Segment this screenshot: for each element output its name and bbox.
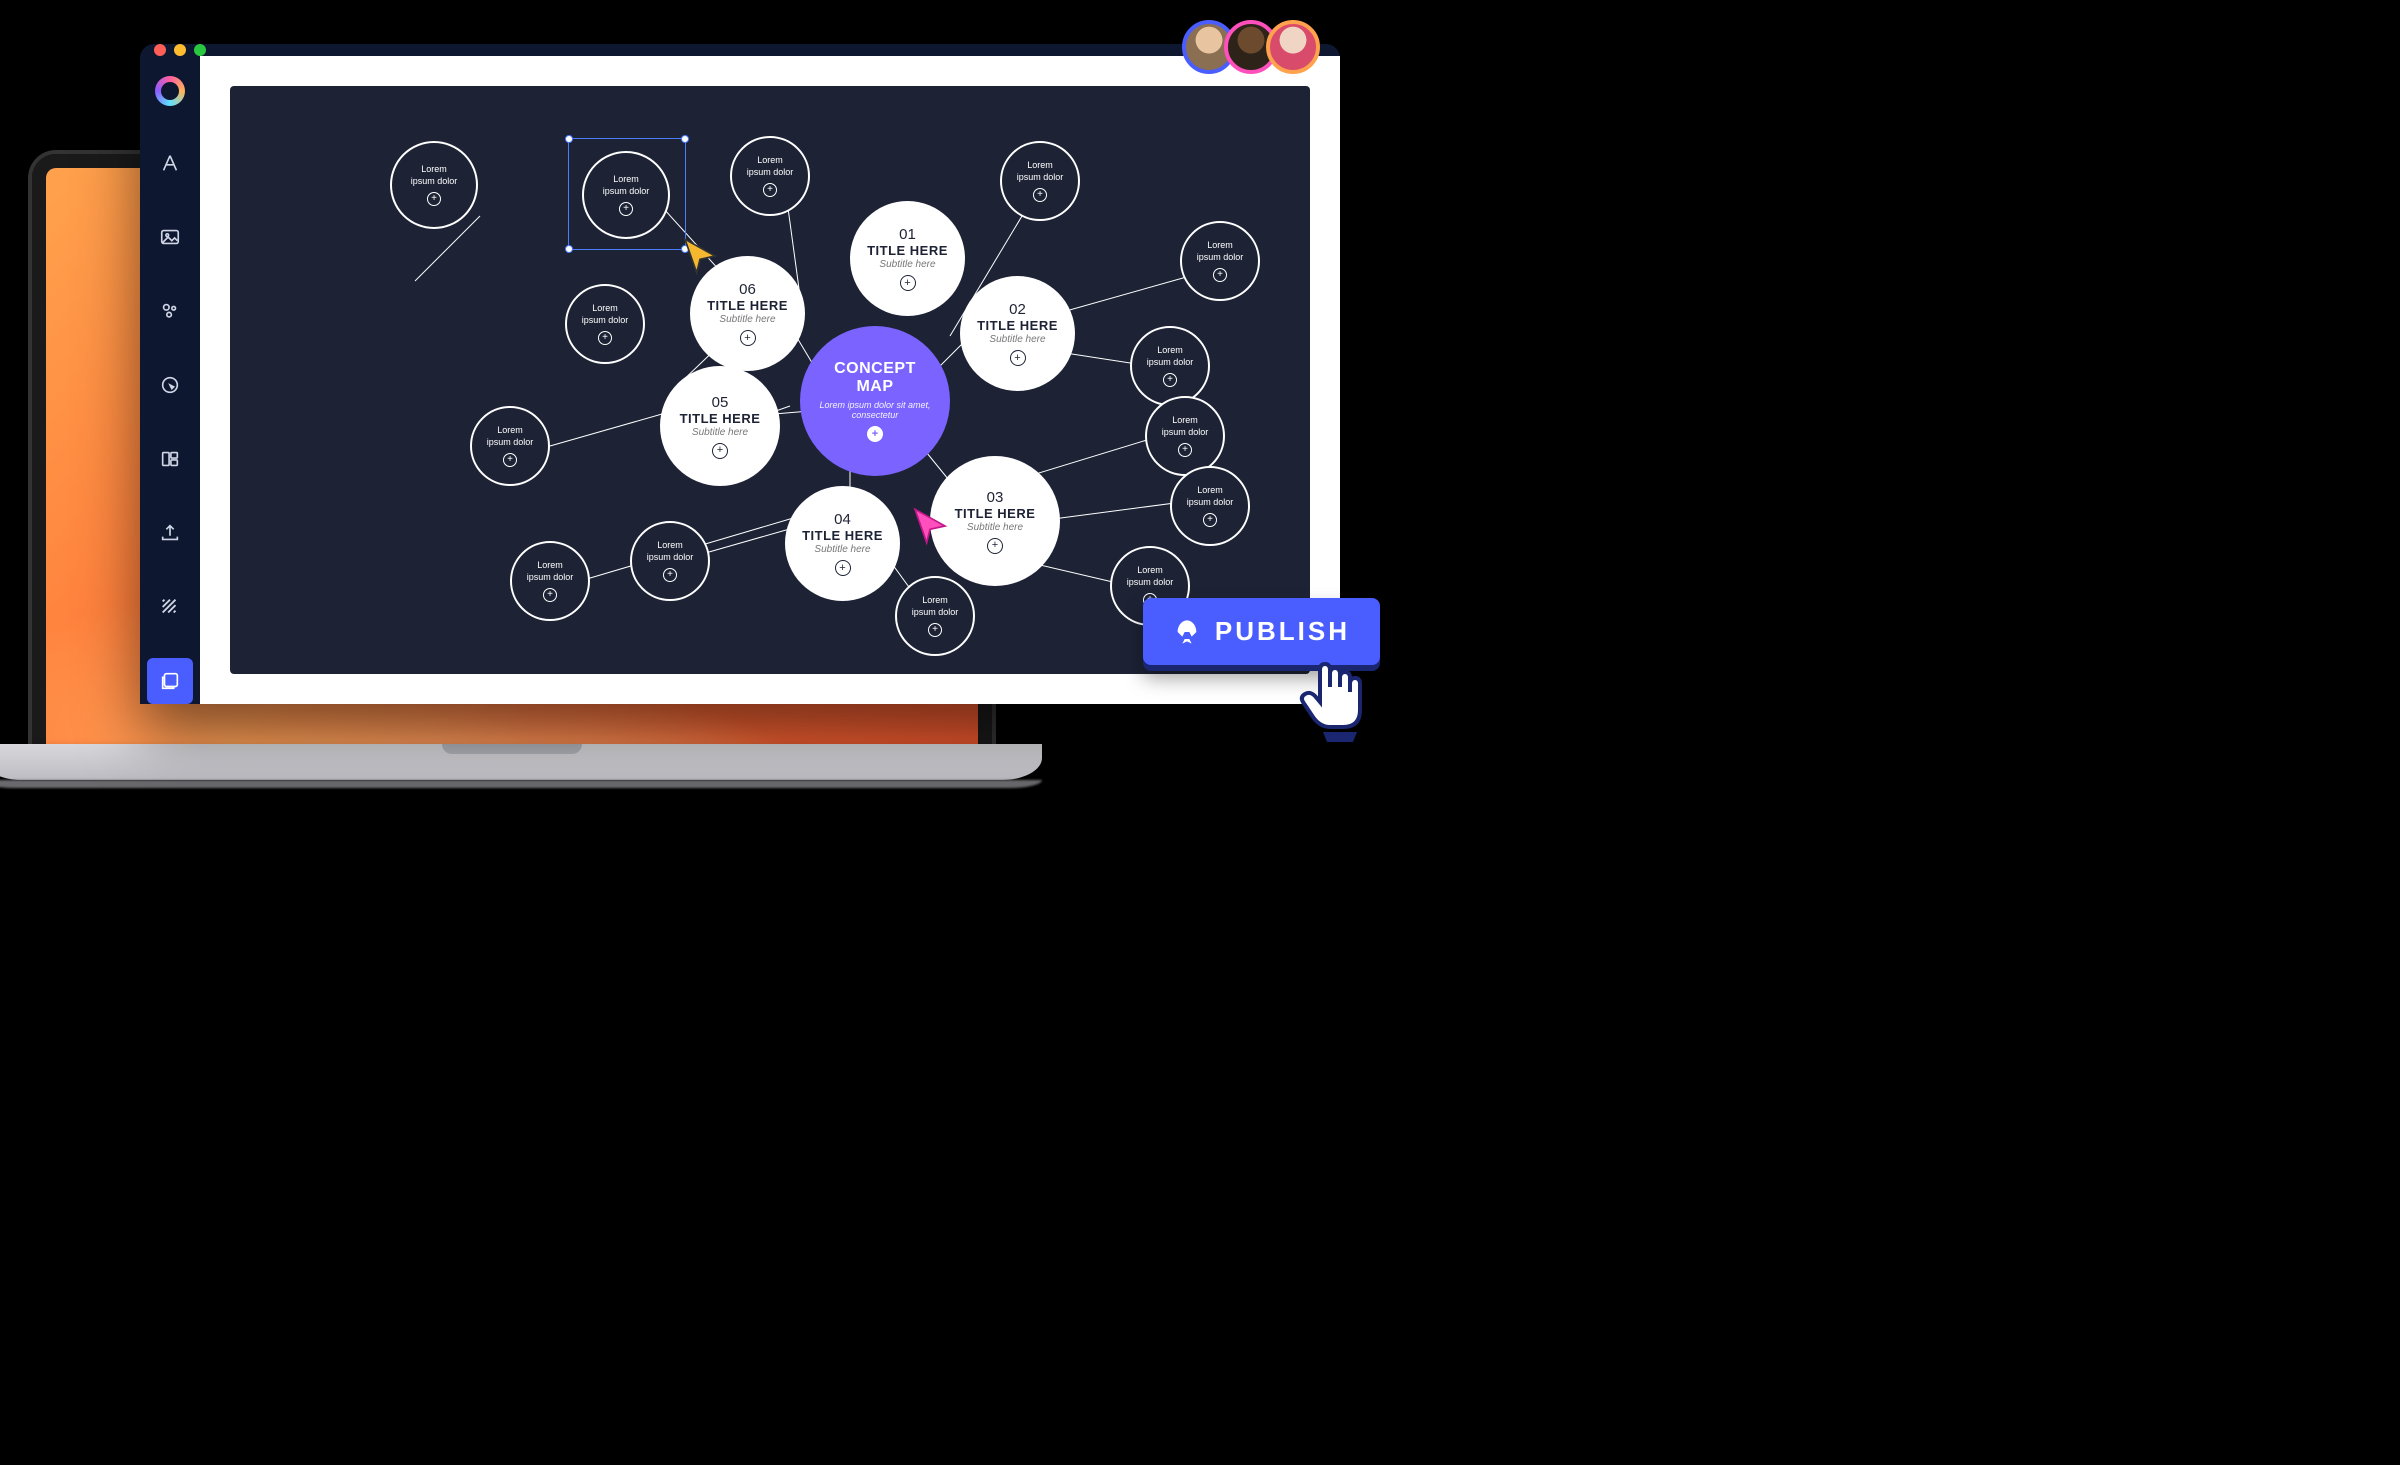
tool-interactive[interactable] — [147, 362, 193, 408]
plus-icon[interactable]: + — [1163, 373, 1177, 387]
tool-sidebar — [140, 56, 200, 704]
plus-icon[interactable]: + — [1203, 513, 1217, 527]
title-node-06[interactable]: 06 TITLE HERE Subtitle here + — [690, 256, 805, 371]
publish-label: PUBLISH — [1215, 616, 1350, 647]
leaf-node[interactable]: Loremipsum dolor+ — [895, 576, 975, 656]
leaf-node-selected[interactable]: Loremipsum dolor+ — [582, 151, 670, 239]
app-logo-icon[interactable] — [155, 76, 185, 106]
window-minimize-icon[interactable] — [174, 44, 186, 56]
title-node-03[interactable]: 03 TITLE HERE Subtitle here + — [930, 456, 1060, 586]
center-subtitle: Lorem ipsum dolor sit amet, consectetur — [800, 400, 950, 420]
plus-icon[interactable]: + — [867, 426, 883, 442]
plus-icon[interactable]: + — [1213, 268, 1227, 282]
window-zoom-icon[interactable] — [194, 44, 206, 56]
resize-handle-bl[interactable] — [565, 245, 573, 253]
plus-icon[interactable]: + — [900, 275, 916, 291]
publish-button[interactable]: PUBLISH — [1143, 598, 1380, 665]
title-node-04[interactable]: 04 TITLE HERE Subtitle here + — [785, 486, 900, 601]
collaborator-avatars — [1194, 20, 1320, 74]
tool-layout[interactable] — [147, 436, 193, 482]
title-node-01[interactable]: 01 TITLE HERE Subtitle here + — [850, 201, 965, 316]
laptop-base — [0, 744, 1042, 780]
leaf-node[interactable]: Loremipsum dolor+ — [630, 521, 710, 601]
plus-icon[interactable]: + — [740, 330, 756, 346]
plus-icon[interactable]: + — [987, 538, 1003, 554]
title-node-02[interactable]: 02 TITLE HERE Subtitle here + — [960, 276, 1075, 391]
tool-upload[interactable] — [147, 510, 193, 556]
resize-handle-tl[interactable] — [565, 135, 573, 143]
plus-icon[interactable]: + — [543, 588, 557, 602]
plus-icon[interactable]: + — [712, 443, 728, 459]
tool-pages[interactable] — [147, 658, 193, 704]
leaf-node[interactable]: Loremipsum dolor+ — [1170, 466, 1250, 546]
leaf-node[interactable]: Loremipsum dolor+ — [1130, 326, 1210, 406]
window-titlebar — [140, 44, 1340, 56]
tool-image[interactable] — [147, 214, 193, 260]
rocket-icon — [1173, 618, 1201, 646]
plus-icon[interactable]: + — [598, 331, 612, 345]
center-title-2: MAP — [856, 378, 893, 395]
plus-icon[interactable]: + — [1033, 188, 1047, 202]
plus-icon[interactable]: + — [619, 202, 633, 216]
canvas[interactable]: CONCEPTMAP Lorem ipsum dolor sit amet, c… — [230, 86, 1310, 674]
leaf-node[interactable]: Loremipsum dolor+ — [470, 406, 550, 486]
resize-handle-tr[interactable] — [681, 135, 689, 143]
tool-elements[interactable] — [147, 288, 193, 334]
tool-text[interactable] — [147, 140, 193, 186]
leaf-node[interactable]: Loremipsum dolor+ — [565, 284, 645, 364]
plus-icon[interactable]: + — [1178, 443, 1192, 457]
plus-icon[interactable]: + — [427, 192, 441, 206]
leaf-node[interactable]: Loremipsum dolor+ — [510, 541, 590, 621]
plus-icon[interactable]: + — [503, 453, 517, 467]
avatar-user-3[interactable] — [1266, 20, 1320, 74]
plus-icon[interactable]: + — [1010, 350, 1026, 366]
center-node[interactable]: CONCEPTMAP Lorem ipsum dolor sit amet, c… — [800, 326, 950, 476]
plus-icon[interactable]: + — [763, 183, 777, 197]
resize-handle-br[interactable] — [681, 245, 689, 253]
leaf-node[interactable]: Loremipsum dolor+ — [730, 136, 810, 216]
leaf-node[interactable]: Loremipsum dolor+ — [1180, 221, 1260, 301]
plus-icon[interactable]: + — [928, 623, 942, 637]
center-title-1: CONCEPT — [834, 360, 916, 377]
title-node-05[interactable]: 05 TITLE HERE Subtitle here + — [660, 366, 780, 486]
plus-icon[interactable]: + — [835, 560, 851, 576]
window-close-icon[interactable] — [154, 44, 166, 56]
plus-icon[interactable]: + — [663, 568, 677, 582]
leaf-node[interactable]: Loremipsum dolor+ — [1000, 141, 1080, 221]
tool-background[interactable] — [147, 584, 193, 630]
leaf-node[interactable]: Loremipsum dolor+ — [1145, 396, 1225, 476]
leaf-node[interactable]: Loremipsum dolor+ — [390, 141, 478, 229]
